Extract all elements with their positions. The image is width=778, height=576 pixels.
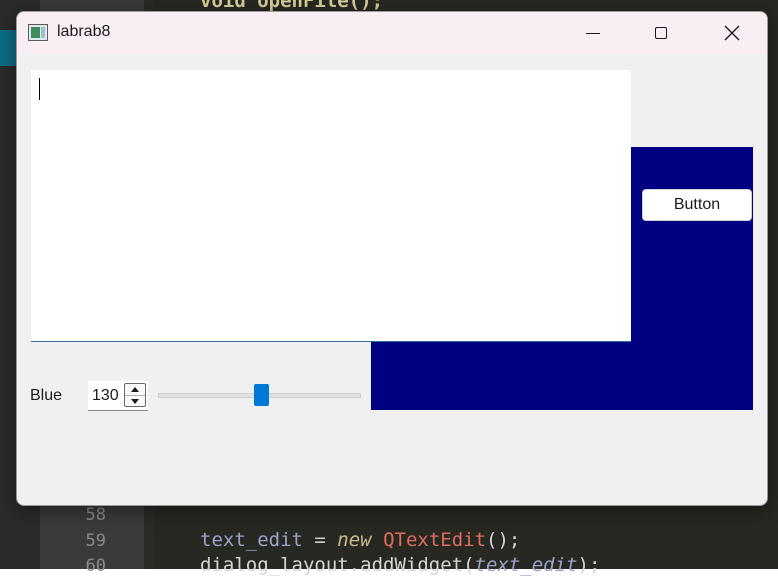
code-line-59: text_edit = new QTextEdit(); [200, 529, 520, 551]
slider-handle[interactable] [254, 384, 269, 406]
code-token-call: dialog_layout.addWidget( [200, 554, 475, 576]
line-number: 58 [85, 505, 106, 525]
maximize-button[interactable] [626, 12, 696, 54]
code-token-class: QTextEdit [383, 529, 487, 551]
text-edit-area[interactable] [31, 70, 631, 342]
arrow-down-icon [131, 399, 139, 404]
code-token-op: = [302, 529, 338, 551]
line-number: 60 [85, 556, 106, 576]
code-token-var: text_edit [200, 529, 303, 551]
spinbox-down-button[interactable] [125, 395, 145, 407]
blue-label: Blue [30, 387, 63, 404]
spinbox-buttons [124, 383, 146, 407]
code-token-end: ); [577, 554, 601, 576]
spinbox-up-button[interactable] [125, 384, 145, 395]
code-token-arg: text_edit [474, 554, 578, 576]
minimize-button[interactable] [558, 12, 628, 54]
code-token-punc: (); [486, 529, 521, 551]
blue-spinbox[interactable]: 130 [88, 381, 148, 411]
title-bar[interactable]: labrab8 [17, 12, 767, 54]
window-title: labrab8 [57, 23, 111, 40]
app-window-icon [28, 24, 48, 41]
minimize-icon [586, 32, 600, 34]
editor-side-accent [0, 30, 16, 66]
spinbox-value: 130 [92, 387, 119, 404]
maximize-icon [655, 27, 667, 39]
code-line-60: dialog_layout.addWidget(text_edit); [200, 554, 600, 576]
text-caret [39, 78, 40, 100]
blue-slider[interactable] [158, 384, 361, 408]
app-window: labrab8 Button Blue 130 [16, 11, 768, 506]
close-icon [724, 25, 740, 41]
arrow-up-icon [131, 387, 139, 392]
push-button[interactable]: Button [642, 189, 752, 221]
line-number: 59 [85, 531, 106, 551]
code-token-keyword: new [337, 529, 372, 551]
close-button[interactable] [697, 12, 767, 54]
